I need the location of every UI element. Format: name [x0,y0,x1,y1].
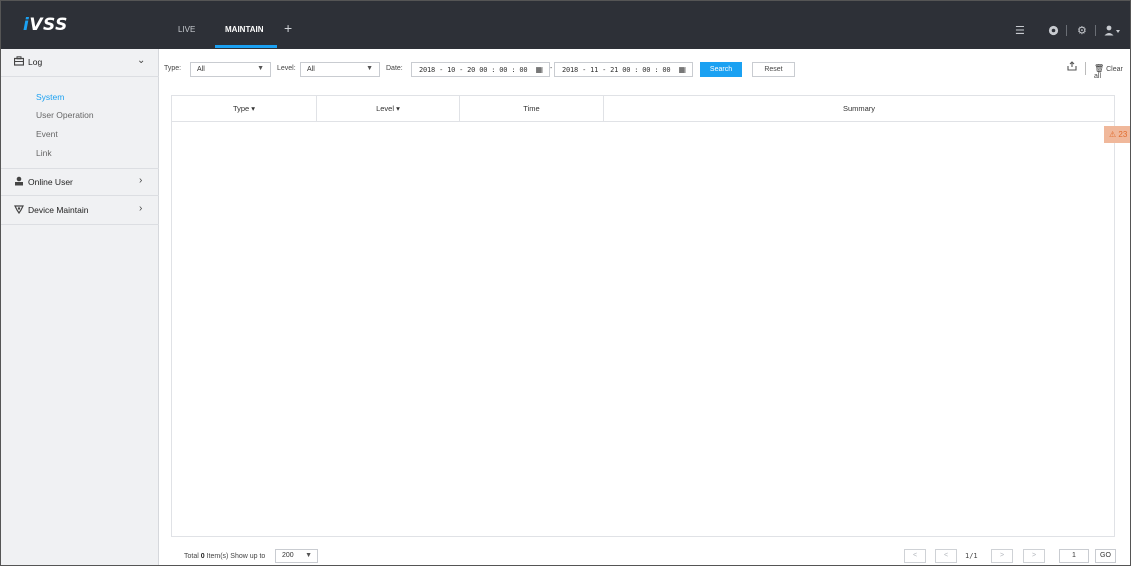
settings-icon[interactable]: ⚙ [1077,25,1087,37]
column-header-summary: Summary [604,96,1114,122]
app-window: iVSS LIVE MAINTAIN + ☰ ⚙ Log ⌄ System Us… [0,0,1131,566]
column-header-time: Time [460,96,604,122]
tab-live[interactable]: LIVE [178,25,195,34]
type-label: Type: [164,65,182,72]
caret-down-icon: ▼ [257,65,264,72]
search-button[interactable]: Search [700,62,742,77]
sidebar: Log ⌄ System User Operation Event Link O… [1,49,159,565]
chevron-down-icon: ⌄ [137,55,146,66]
add-tab-button[interactable]: + [284,20,292,36]
sidebar-item-user-operation[interactable]: User Operation [36,110,94,120]
date-label: Date: [386,65,403,72]
alarm-badge[interactable]: ⚠ 23 [1104,126,1130,143]
person-icon [14,176,24,189]
divider [1066,25,1067,36]
page-size-value: 200 [282,552,294,559]
chevron-right-icon: › [139,203,143,214]
list-icon[interactable]: ☰ [1015,25,1025,37]
page-size-select[interactable]: 200 ▼ [275,549,318,563]
sidebar-section-online-user[interactable]: Online User › [1,168,159,196]
table-header: Type ▾ Level ▾ Time Summary [172,96,1114,122]
sidebar-section-log[interactable]: Log ⌄ [1,49,159,77]
reset-button[interactable]: Reset [752,62,795,77]
column-label: Summary [842,104,876,113]
caret-down-icon: ▾ [396,104,400,113]
sidebar-section-device-maintain[interactable]: Device Maintain › [1,197,159,225]
top-bar: iVSS LIVE MAINTAIN + ☰ ⚙ [1,1,1130,49]
divider [1095,25,1096,36]
sidebar-item-link[interactable]: Link [36,148,52,158]
app-logo: iVSS [23,15,68,35]
log-table: Type ▾ Level ▾ Time Summary [171,95,1115,537]
page-number-input[interactable]: 1 [1059,549,1089,563]
go-button[interactable]: GO [1095,549,1116,563]
total-items-text: Total 0 Item(s) Show up to [184,553,266,560]
type-select-value: All [197,66,205,73]
level-label: Level: [277,65,296,72]
caret-down-icon: ▾ [251,104,256,113]
start-date-value: 2018 - 10 - 20 00 : 00 : 00 [419,66,528,74]
column-header-level[interactable]: Level ▾ [317,96,460,122]
column-header-type[interactable]: Type ▾ [172,96,317,122]
clear-all-button[interactable]: 🗑 Clear all [1094,64,1130,80]
device-icon [14,204,24,217]
level-select[interactable]: All ▼ [300,62,380,77]
warning-icon: ⚠ [1109,130,1117,139]
prev-page-button[interactable]: < [935,549,957,563]
column-label: Type [232,104,250,113]
sidebar-section-label: Device Maintain [28,205,89,215]
sidebar-section-label: Online User [28,177,73,187]
user-icon[interactable] [1104,25,1122,39]
tab-maintain[interactable]: MAINTAIN [225,25,264,34]
briefcase-icon [13,56,25,69]
level-select-value: All [307,66,315,73]
alarm-count: 23 [1118,130,1128,139]
status-icon[interactable] [1048,25,1059,39]
column-label: Time [523,104,540,113]
caret-down-icon: ▼ [366,65,373,72]
active-tab-indicator [215,45,277,48]
end-date-field[interactable]: 2018 - 11 - 21 00 : 00 : 00 ▦ [554,62,693,77]
end-date-value: 2018 - 11 - 21 00 : 00 : 00 [562,66,671,74]
next-page-button[interactable]: > [991,549,1013,563]
calendar-icon[interactable]: ▦ [678,65,686,74]
export-icon[interactable] [1067,61,1077,74]
trash-icon: 🗑 [1094,64,1105,73]
sidebar-section-label: Log [28,57,43,67]
first-page-button[interactable]: < [904,549,926,563]
start-date-field[interactable]: 2018 - 10 - 20 00 : 00 : 00 ▦ [411,62,550,77]
page-info: 1/1 [965,552,978,560]
caret-down-icon: ▼ [305,552,312,559]
sidebar-item-system[interactable]: System [36,92,64,102]
calendar-icon[interactable]: ▦ [535,65,543,74]
date-separator: - [550,65,553,72]
column-label: Level [376,104,395,113]
sidebar-item-event[interactable]: Event [36,129,58,139]
chevron-right-icon: › [139,175,143,186]
divider [1085,62,1086,75]
type-select[interactable]: All ▼ [190,62,271,77]
last-page-button[interactable]: > [1023,549,1045,563]
